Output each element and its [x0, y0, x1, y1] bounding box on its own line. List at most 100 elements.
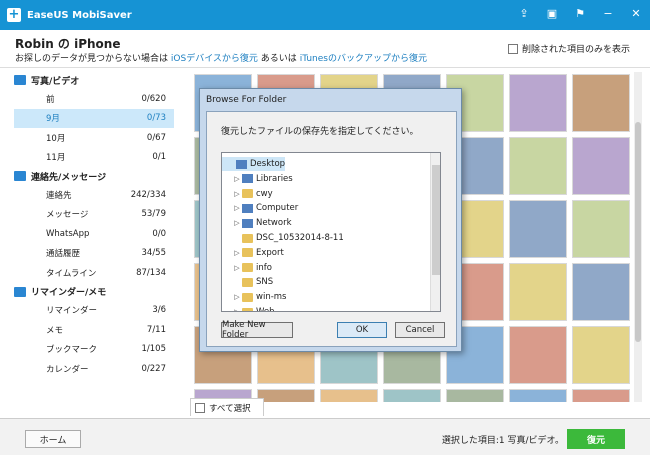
sidebar-item[interactable]: 11月 0/1	[14, 148, 174, 168]
expand-arrow-icon[interactable]: ▷	[232, 175, 242, 183]
tree-item[interactable]: ▷ Web	[222, 305, 275, 311]
photo-thumbnail[interactable]	[572, 137, 630, 195]
sidebar-item-label: カレンダー	[46, 364, 89, 375]
photo-thumbnail[interactable]	[383, 389, 441, 402]
hint-text: お探しのデータが見つからない場合は iOSデバイスから復元 あるいは iTune…	[15, 51, 427, 64]
tree-item-label: info	[256, 262, 272, 273]
folder-tree[interactable]: Desktop ▷ Libraries ▷ cwy ▷ Computer ▷ Network DS…	[221, 152, 441, 312]
minimize-icon[interactable]: −	[600, 6, 616, 22]
sidebar-item[interactable]: メモ 7/11	[14, 320, 174, 340]
sidebar-item-label: 連絡先	[46, 190, 72, 201]
sidebar-item[interactable]: タイムライン 87/134	[14, 263, 174, 283]
sidebar-item[interactable]: 10月 0/67	[14, 128, 174, 148]
upload-icon[interactable]: ⇪	[516, 6, 532, 22]
cancel-button[interactable]: Cancel	[395, 322, 445, 338]
sidebar-item[interactable]: 9月 0/73	[14, 108, 174, 128]
sidebar-item[interactable]: 前 0/620	[14, 89, 174, 109]
tree-item-label: Network	[256, 218, 292, 229]
header: Robin の iPhone お探しのデータが見つからない場合は iOSデバイス…	[0, 30, 650, 68]
tree-item[interactable]: ▷ Libraries	[222, 172, 292, 186]
tree-item[interactable]: ▷ Export	[222, 246, 284, 260]
dialog-title: Browse For Folder	[206, 95, 287, 105]
tree-item[interactable]: SNS	[222, 275, 273, 289]
sidebar-item-label: 9月	[46, 114, 60, 125]
recover-button[interactable]: 復元	[567, 429, 625, 449]
photo-icon	[14, 75, 26, 85]
tree-item[interactable]: ▷ cwy	[222, 187, 272, 201]
grid-scroll-thumb[interactable]	[635, 122, 641, 342]
tree-item-label: Desktop	[250, 159, 286, 169]
tree-scrollbar[interactable]	[430, 153, 440, 311]
expand-arrow-icon[interactable]: ▷	[232, 204, 242, 212]
sidebar-item[interactable]: 連絡先 242/334	[14, 185, 174, 205]
expand-arrow-icon[interactable]: ▷	[232, 249, 242, 257]
sidebar-section[interactable]: 写真/ビデオ	[14, 71, 174, 89]
window-controls: ⇪ ▣ ⚑ − ✕	[516, 6, 644, 22]
expand-arrow-icon[interactable]: ▷	[232, 190, 242, 198]
grid-scrollbar[interactable]	[634, 72, 642, 402]
sidebar-item[interactable]: 通話履歴 34/55	[14, 244, 174, 264]
ios-restore-link[interactable]: iOSデバイスから復元	[171, 54, 258, 64]
tree-item[interactable]: DSC_10532014-8-11	[222, 231, 344, 245]
tree-item[interactable]: ▷ win-ms	[222, 290, 286, 304]
tree-item[interactable]: ▷ Computer	[222, 201, 298, 215]
ok-button[interactable]: OK	[337, 322, 387, 338]
sidebar-item-label: 通話履歴	[46, 249, 81, 260]
expand-arrow-icon[interactable]: ▷	[232, 293, 242, 301]
photo-thumbnail[interactable]	[509, 137, 567, 195]
tree-item[interactable]: ▷ info	[222, 261, 272, 275]
photo-thumbnail[interactable]	[509, 326, 567, 384]
itunes-restore-link[interactable]: iTunesのバックアップから復元	[300, 54, 427, 64]
photo-thumbnail[interactable]	[572, 74, 630, 132]
home-button[interactable]: ホーム	[25, 430, 81, 448]
folder-icon	[242, 307, 253, 311]
sidebar-item[interactable]: メッセージ 53/79	[14, 205, 174, 225]
tree-item[interactable]: Desktop	[222, 157, 286, 171]
hint-prefix: お探しのデータが見つからない場合は	[15, 54, 169, 64]
photo-thumbnail[interactable]	[572, 389, 630, 402]
network-icon	[242, 218, 253, 228]
photo-thumbnail[interactable]	[572, 200, 630, 258]
folder-icon	[242, 292, 253, 302]
close-icon[interactable]: ✕	[628, 6, 644, 22]
tree-item-label: Export	[256, 247, 284, 258]
sidebar-item[interactable]: ブックマーク 1/105	[14, 340, 174, 360]
photo-thumbnail[interactable]	[509, 200, 567, 258]
sidebar-item-count: 0/0	[152, 228, 166, 239]
sidebar-item-count: 53/79	[141, 209, 167, 220]
only-deleted-checkbox[interactable]	[507, 43, 518, 54]
sidebar-item[interactable]: WhatsApp 0/0	[14, 224, 174, 244]
desktop-icon	[236, 159, 247, 169]
make-new-folder-button[interactable]: Make New Folder	[221, 320, 293, 340]
expand-arrow-icon[interactable]: ▷	[232, 308, 242, 311]
sidebar-item-label: メッセージ	[46, 210, 89, 221]
flag-icon[interactable]: ⚑	[572, 6, 588, 22]
photo-thumbnail[interactable]	[572, 263, 630, 321]
photo-thumbnail[interactable]	[572, 326, 630, 384]
sidebar-item-count: 0/227	[141, 363, 167, 374]
photo-thumbnail[interactable]	[509, 74, 567, 132]
sidebar-item[interactable]: リマインダー 3/6	[14, 301, 174, 321]
photo-thumbnail[interactable]	[257, 389, 315, 402]
sidebar-section[interactable]: リマインダー/メモ	[14, 283, 174, 301]
window-icon[interactable]: ▣	[544, 6, 560, 22]
sidebar-item-label: タイムライン	[46, 268, 97, 279]
sidebar-item-count: 34/55	[141, 248, 167, 259]
photo-thumbnail[interactable]	[509, 389, 567, 402]
expand-arrow-icon[interactable]: ▷	[232, 219, 242, 227]
sidebar: 写真/ビデオ前 0/620 9月 0/73 10月 0/67 11月 0/1 連絡先/メッセージ…	[14, 71, 174, 387]
sidebar-item[interactable]: カレンダー 0/227	[14, 359, 174, 379]
only-deleted-toggle[interactable]: 削除された項目のみを表示	[507, 42, 630, 55]
photo-thumbnail[interactable]	[320, 389, 378, 402]
folder-icon	[242, 248, 253, 258]
select-all-tab[interactable]: すべて選択	[190, 398, 264, 416]
select-all-checkbox[interactable]	[195, 402, 205, 413]
photo-thumbnail[interactable]	[446, 389, 504, 402]
tree-item[interactable]: ▷ Network	[222, 216, 292, 230]
sidebar-item-label: リマインダー	[46, 306, 98, 317]
folder-icon	[242, 233, 253, 243]
tree-scroll-thumb[interactable]	[432, 165, 440, 275]
expand-arrow-icon[interactable]: ▷	[232, 264, 242, 272]
sidebar-section[interactable]: 連絡先/メッセージ	[14, 167, 174, 185]
photo-thumbnail[interactable]	[509, 263, 567, 321]
